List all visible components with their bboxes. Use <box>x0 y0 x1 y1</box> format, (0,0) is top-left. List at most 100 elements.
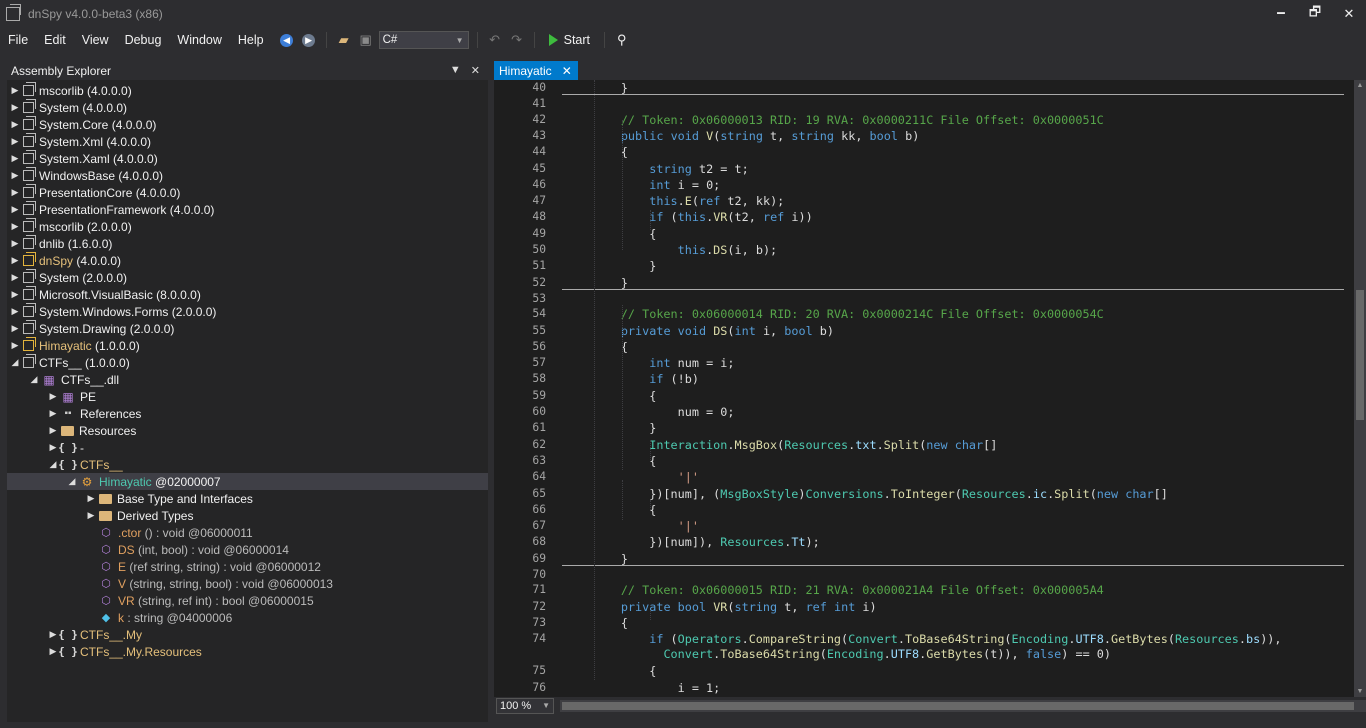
tree-item-member[interactable]: ◆ k : string @04000006 <box>7 609 488 626</box>
expand-arrow-icon[interactable]: ▶ <box>10 286 20 303</box>
tree-item-references[interactable]: ▶ ▪▪ References <box>7 405 488 422</box>
open-button[interactable]: ▰ <box>335 31 353 49</box>
menu-window[interactable]: Window <box>169 28 229 52</box>
expand-arrow-icon[interactable]: ▶ <box>86 490 96 507</box>
expand-arrow-icon[interactable]: ▶ <box>10 337 20 354</box>
tree-item-assembly[interactable]: ▶ mscorlib (2.0.0.0) <box>7 218 488 235</box>
tree-item-assembly[interactable]: ▶ System.Xml (4.0.0.0) <box>7 133 488 150</box>
undo-button[interactable]: ↶ <box>486 31 504 49</box>
expand-arrow-icon[interactable]: ▶ <box>48 422 58 439</box>
expand-arrow-icon[interactable]: ▶ <box>10 320 20 337</box>
expand-arrow-icon[interactable]: ▶ <box>10 184 20 201</box>
tree-item-member[interactable]: ⬡ DS (int, bool) : void @06000014 <box>7 541 488 558</box>
tree-item-assembly[interactable]: ▶ PresentationCore (4.0.0.0) <box>7 184 488 201</box>
tree-item-assembly[interactable]: ▶ System (4.0.0.0) <box>7 99 488 116</box>
expand-arrow-icon[interactable]: ▶ <box>10 235 20 252</box>
namespace-icon: { } <box>58 441 78 454</box>
expand-arrow-icon[interactable]: ▶ <box>10 269 20 286</box>
navigate-back-button[interactable]: ◀ <box>278 31 296 49</box>
tree-item-namespace[interactable]: ▶{ } CTFs__.My.Resources <box>7 643 488 660</box>
expand-arrow-icon[interactable]: ▶ <box>10 133 20 150</box>
scroll-thumb[interactable] <box>1356 290 1364 420</box>
editor-horizontal-scrollbar[interactable] <box>560 699 1366 712</box>
menu-view[interactable]: View <box>74 28 117 52</box>
collapse-arrow-icon[interactable]: ◢ <box>29 371 39 388</box>
menu-edit[interactable]: Edit <box>36 28 74 52</box>
menu-debug[interactable]: Debug <box>117 28 170 52</box>
tree-item-module[interactable]: ◢ ▦ CTFs__.dll <box>7 371 488 388</box>
tree-item-label: Microsoft.VisualBasic <box>39 287 153 302</box>
tree-item-member[interactable]: ⬡ VR (string, ref int) : bool @06000015 <box>7 592 488 609</box>
tree-item-assembly[interactable]: ▶ Himayatic (1.0.0.0) <box>7 337 488 354</box>
tree-item-assembly[interactable]: ▶ mscorlib (4.0.0.0) <box>7 82 488 99</box>
tree-item-detail: (1.0.0.0) <box>91 338 140 353</box>
hscroll-thumb[interactable] <box>562 701 1354 710</box>
assembly-explorer-panel: Assembly Explorer ▼ ✕ ▶ mscorlib (4.0.0.0)… <box>7 61 488 722</box>
tree-item-assembly[interactable]: ▶ System.Drawing (2.0.0.0) <box>7 320 488 337</box>
expand-arrow-icon[interactable]: ▶ <box>10 82 20 99</box>
expand-arrow-icon[interactable]: ▶ <box>10 303 20 320</box>
collapse-arrow-icon[interactable]: ◢ <box>48 456 58 473</box>
editor-vertical-scrollbar[interactable]: ▲ ▼ <box>1354 80 1366 697</box>
pin-dropdown-icon[interactable]: ▼ <box>450 64 461 77</box>
save-all-button[interactable]: ▣ <box>357 31 375 49</box>
language-select[interactable]: C# ▼ <box>378 31 469 49</box>
code-editor[interactable]: 40 } 41 42 // Token: 0x06000013 RID: 19 RV… <box>494 80 1354 697</box>
expand-arrow-icon[interactable]: ▶ <box>10 252 20 269</box>
navigate-forward-button[interactable]: ▶ <box>300 31 318 49</box>
collapse-arrow-icon[interactable]: ◢ <box>67 473 77 490</box>
expand-arrow-icon[interactable]: ▶ <box>48 405 58 422</box>
tree-item-member[interactable]: ⬡ V (string, string, bool) : void @060000… <box>7 575 488 592</box>
tree-item-label: WindowsBase <box>39 168 116 183</box>
tree-item-assembly[interactable]: ◢ CTFs__ (1.0.0.0) <box>7 354 488 371</box>
tree-item-assembly[interactable]: ▶ System.Windows.Forms (2.0.0.0) <box>7 303 488 320</box>
tree-item-derived-types[interactable]: ▶ Derived Types <box>7 507 488 524</box>
tree-item-assembly[interactable]: ▶ System.Core (4.0.0.0) <box>7 116 488 133</box>
scroll-up-icon[interactable]: ▲ <box>1356 82 1364 89</box>
tree-item-base-types[interactable]: ▶ Base Type and Interfaces <box>7 490 488 507</box>
expand-arrow-icon[interactable]: ▶ <box>10 99 20 116</box>
tree-item-member[interactable]: ⬡ E (ref string, string) : void @06000012 <box>7 558 488 575</box>
line-number: 59 <box>532 388 546 402</box>
scroll-down-icon[interactable]: ▼ <box>1356 688 1364 695</box>
expand-arrow-icon[interactable]: ▶ <box>48 626 58 643</box>
close-tab-icon[interactable]: ✕ <box>562 64 572 78</box>
tree-item-assembly[interactable]: ▶ dnSpy (4.0.0.0) <box>7 252 488 269</box>
expand-arrow-icon[interactable]: ▶ <box>86 507 96 524</box>
tree-item-assembly[interactable]: ▶ System (2.0.0.0) <box>7 269 488 286</box>
close-panel-icon[interactable]: ✕ <box>471 64 480 77</box>
tree-item-namespace[interactable]: ◢{ } CTFs__ <box>7 456 488 473</box>
expand-arrow-icon[interactable]: ▶ <box>10 150 20 167</box>
tree-item-assembly[interactable]: ▶ dnlib (1.6.0.0) <box>7 235 488 252</box>
minimize-button[interactable]: 🗕 <box>1264 0 1298 28</box>
tree-item-label: .ctor <box>118 525 142 540</box>
expand-arrow-icon[interactable]: ▶ <box>10 201 20 218</box>
tab-himayatic[interactable]: Himayatic ✕ <box>494 61 578 80</box>
expand-arrow-icon[interactable]: ▶ <box>48 439 58 456</box>
tree-item-assembly[interactable]: ▶ Microsoft.VisualBasic (8.0.0.0) <box>7 286 488 303</box>
expand-arrow-icon[interactable]: ▶ <box>48 643 58 660</box>
tree-item-namespace[interactable]: ▶{ } CTFs__.My <box>7 626 488 643</box>
tree-item-member[interactable]: ⬡ .ctor () : void @06000011 <box>7 524 488 541</box>
expand-arrow-icon[interactable]: ▶ <box>48 388 58 405</box>
tree-item-class[interactable]: ◢ ⚙ Himayatic @02000007 <box>7 473 488 490</box>
tree-item-label: dnlib <box>39 236 65 251</box>
expand-arrow-icon[interactable]: ▶ <box>10 167 20 184</box>
menu-file[interactable]: File <box>0 28 36 52</box>
start-debug-button[interactable]: Start <box>543 33 596 47</box>
tree-item-assembly[interactable]: ▶ WindowsBase (4.0.0.0) <box>7 167 488 184</box>
tree-item-assembly[interactable]: ▶ PresentationFramework (4.0.0.0) <box>7 201 488 218</box>
expand-arrow-icon[interactable]: ▶ <box>10 218 20 235</box>
tree-item-namespace[interactable]: ▶{ } - <box>7 439 488 456</box>
search-button[interactable]: ⚲ <box>613 31 631 49</box>
redo-button[interactable]: ↷ <box>508 31 526 49</box>
tree-item-resources[interactable]: ▶ Resources <box>7 422 488 439</box>
collapse-arrow-icon[interactable]: ◢ <box>10 354 20 371</box>
restore-button[interactable]: 🗗 <box>1298 0 1332 28</box>
tree-item-pe[interactable]: ▶ ▦ PE <box>7 388 488 405</box>
menu-help[interactable]: Help <box>230 28 272 52</box>
close-button[interactable]: ✕ <box>1332 0 1366 28</box>
tree-item-assembly[interactable]: ▶ System.Xaml (4.0.0.0) <box>7 150 488 167</box>
expand-arrow-icon[interactable]: ▶ <box>10 116 20 133</box>
zoom-select[interactable]: 100 % ▼ <box>496 697 554 714</box>
